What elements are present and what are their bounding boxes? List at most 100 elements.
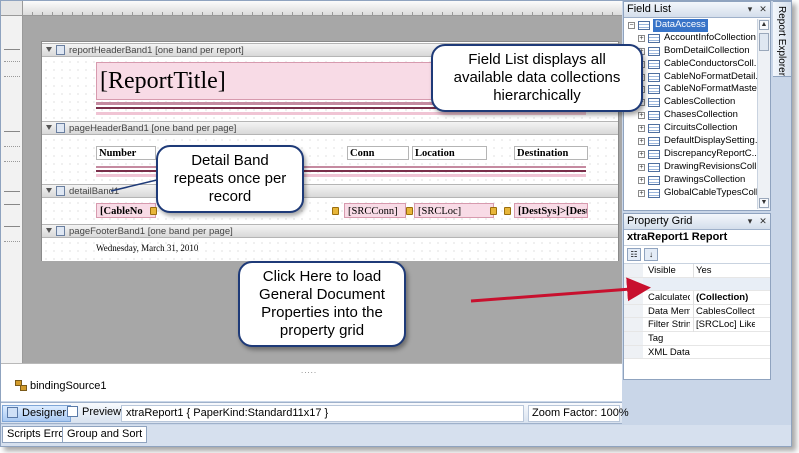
collapse-icon[interactable]: [46, 188, 52, 193]
collapse-icon[interactable]: [46, 228, 52, 233]
property-value[interactable]: CablesCollection: [693, 304, 755, 319]
property-category-row[interactable]: [624, 277, 770, 292]
page-footer-band[interactable]: Wednesday, March 31, 2010: [42, 239, 618, 261]
ruler-corner: [1, 1, 23, 16]
tree-item-label: AccountInfoCollection: [664, 31, 756, 43]
property-gutter: [624, 277, 643, 291]
expand-icon[interactable]: +: [638, 34, 645, 42]
vertical-ruler: [1, 16, 23, 401]
expand-icon[interactable]: +: [638, 163, 645, 171]
tree-item[interactable]: + ChasesCollection: [624, 109, 758, 122]
tree-item[interactable]: + CircuitsCollection: [624, 122, 758, 135]
close-icon[interactable]: ✕: [758, 4, 768, 14]
tree-item-label: DefaultDisplaySetting...: [664, 135, 758, 147]
tree-item[interactable]: + GlobalCableTypesColl...: [624, 187, 758, 200]
tree-item[interactable]: +CableNoFormatMaste...: [624, 83, 758, 96]
property-gutter: [624, 304, 643, 318]
scroll-up-icon[interactable]: ▲: [759, 20, 769, 30]
property-row[interactable]: Calculated F(Collection): [624, 291, 770, 305]
pin-icon[interactable]: ▾: [745, 216, 755, 226]
pin-icon[interactable]: ▾: [745, 4, 755, 14]
property-row[interactable]: XML Data P: [624, 345, 770, 360]
property-name: Calculated F: [648, 292, 690, 304]
detail-cell-srcconn[interactable]: [SRCConn]: [344, 203, 406, 218]
tree-item[interactable]: +CableConductorsColl...: [624, 58, 758, 71]
tab-group-and-sort[interactable]: Group and Sort: [62, 426, 148, 443]
designer-icon: [7, 407, 18, 418]
page-header-band[interactable]: Number Conn Location Destination: [42, 136, 618, 184]
tab-preview[interactable]: Preview: [63, 405, 125, 422]
tree-item-label: ChasesCollection: [664, 109, 738, 121]
collapse-icon[interactable]: −: [628, 22, 635, 29]
detail-cell-cableno[interactable]: [CableNo: [96, 203, 156, 218]
property-gutter: [624, 318, 643, 331]
tree-item[interactable]: +CablesCollection: [624, 96, 758, 109]
tree-item[interactable]: +CableNoFormatDetail...: [624, 71, 758, 84]
header-cell-location[interactable]: Location: [412, 146, 487, 160]
collapse-icon[interactable]: [46, 125, 52, 130]
smart-tag-icon[interactable]: [332, 207, 339, 215]
tree-item-root[interactable]: − DataAccess: [624, 19, 758, 32]
detail-cell-destsys[interactable]: [DestSys]>[DestPin]: [514, 203, 588, 218]
smart-tag-icon[interactable]: [150, 207, 157, 215]
header-cell-destination[interactable]: Destination: [514, 146, 588, 160]
expand-icon[interactable]: +: [638, 189, 645, 197]
property-row[interactable]: Visible Yes: [624, 264, 770, 278]
scroll-thumb[interactable]: [759, 33, 769, 51]
tree-item[interactable]: + AccountInfoCollection: [624, 32, 758, 45]
expand-icon[interactable]: +: [638, 138, 645, 146]
tree-item[interactable]: +BomDetailCollection: [624, 45, 758, 58]
expand-icon[interactable]: +: [638, 176, 645, 184]
property-value[interactable]: (Collection): [693, 291, 755, 305]
binding-source-component[interactable]: bindingSource1: [15, 380, 106, 392]
expand-icon[interactable]: +: [638, 125, 645, 133]
horizontal-ruler: [23, 1, 622, 16]
property-name: Data Memb: [648, 305, 690, 317]
property-grid-object-selector[interactable]: xtraReport1 Report: [624, 230, 770, 246]
footer-date-label[interactable]: Wednesday, March 31, 2010: [96, 243, 198, 253]
table-icon: [648, 162, 660, 172]
tree-item[interactable]: + DrawingRevisionsColl...: [624, 161, 758, 174]
detail-band[interactable]: [CableNo [SRCConn] [SRCLoc] [DestSys]>[D…: [42, 199, 618, 224]
property-name: Filter String: [648, 319, 690, 331]
table-icon: [648, 188, 660, 198]
tab-designer[interactable]: Designer: [2, 405, 72, 422]
smart-tag-icon[interactable]: [490, 207, 497, 215]
bottom-tabs: Scripts Errors Group and Sort: [1, 425, 791, 446]
tree-item-label: DiscrepancyReportC...: [664, 147, 758, 159]
band-icon: [56, 226, 65, 236]
field-list-tree[interactable]: − DataAccess + AccountInfoCollection +BomD…: [624, 19, 758, 209]
field-list-scrollbar[interactable]: ▲ ▼: [757, 19, 770, 209]
property-name: XML Data P: [648, 346, 690, 358]
property-row[interactable]: Tag: [624, 331, 770, 346]
page-footer-band-caption[interactable]: pageFooterBand1 [one band per page]: [42, 224, 618, 238]
table-icon: [648, 33, 660, 43]
header-cell-conn[interactable]: Conn: [347, 146, 409, 160]
property-name: Tag: [648, 332, 664, 344]
scroll-down-icon[interactable]: ▼: [759, 198, 769, 208]
detail-band-caption[interactable]: detailBand1: [42, 184, 618, 198]
tree-item[interactable]: + DrawingsCollection: [624, 174, 758, 187]
smart-tag-icon[interactable]: [406, 207, 413, 215]
property-grid-toolbar: ☷ ↓: [624, 246, 770, 264]
property-value[interactable]: Yes: [693, 264, 755, 278]
property-row[interactable]: Filter String[SRCLoc] Like ...: [624, 318, 770, 332]
expand-icon[interactable]: +: [638, 150, 645, 158]
close-icon[interactable]: ✕: [758, 216, 768, 226]
band-icon: [56, 186, 65, 196]
report-explorer-tab[interactable]: Report Explorer: [773, 1, 791, 77]
sort-alphabetical-icon[interactable]: ↓: [644, 248, 658, 261]
property-row[interactable]: Data MembCablesCollection: [624, 304, 770, 319]
page-header-band-caption[interactable]: pageHeaderBand1 [one band per page]: [42, 121, 618, 135]
table-icon: [648, 111, 660, 121]
tree-item[interactable]: + DiscrepancyReportC...: [624, 148, 758, 161]
smart-tag-icon[interactable]: [504, 207, 511, 215]
detail-cell-srcloc[interactable]: [SRCLoc]: [414, 203, 494, 218]
collapse-icon[interactable]: [46, 47, 52, 52]
splitter-grip[interactable]: .....: [301, 366, 317, 375]
header-cell-number[interactable]: Number: [96, 146, 156, 160]
tree-item[interactable]: + DefaultDisplaySetting...: [624, 135, 758, 148]
categorized-icon[interactable]: ☷: [627, 248, 641, 261]
expand-icon[interactable]: +: [638, 112, 645, 120]
property-value[interactable]: [SRCLoc] Like ...: [693, 318, 755, 332]
